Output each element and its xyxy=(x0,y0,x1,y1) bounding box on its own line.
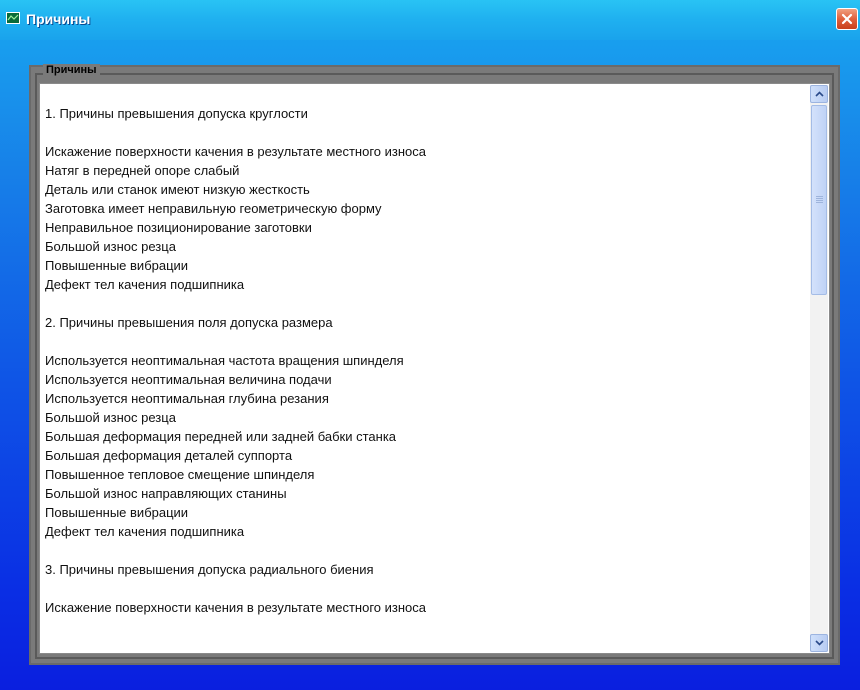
groupbox-label: Причины xyxy=(43,64,100,76)
text-line: Большая деформация деталей суппорта xyxy=(45,448,293,463)
text-line: Дефект тел качения подшипника xyxy=(45,277,245,292)
dialog-window: Причины Причины 1. Причины превышения до… xyxy=(0,0,860,690)
text-line: Большой износ резца xyxy=(45,239,176,254)
title-bar[interactable]: Причины xyxy=(0,0,860,40)
text-line: Заготовка имеет неправильную геометричес… xyxy=(45,201,382,216)
text-line: Используется неоптимальная частота враще… xyxy=(45,353,404,368)
text-line: Большой износ резца xyxy=(45,410,176,425)
text-line: 1. Причины превышения допуска круглости xyxy=(45,106,308,121)
text-line: Дефект тел качения подшипника xyxy=(45,524,245,539)
reasons-textbox[interactable]: 1. Причины превышения допуска круглости И… xyxy=(39,83,830,654)
vertical-scrollbar[interactable] xyxy=(810,85,828,652)
text-line: Используется неоптимальная глубина резан… xyxy=(45,391,329,406)
close-button[interactable] xyxy=(836,8,858,30)
text-line: Искажение поверхности качения в результа… xyxy=(45,600,427,615)
scrollbar-grip xyxy=(816,196,823,197)
text-line: Используется неоптимальная величина пода… xyxy=(45,372,332,387)
text-line: Натяг в передней опоре слабый xyxy=(45,163,240,178)
scrollbar-thumb[interactable] xyxy=(811,105,827,295)
reasons-groupbox: Причины 1. Причины превышения допуска кр… xyxy=(29,64,840,665)
text-line: Повышенное тепловое смещение шпинделя xyxy=(45,467,315,482)
text-line: Деталь или станок имеют низкую жесткость xyxy=(45,182,310,197)
text-line: Искажение поверхности качения в результа… xyxy=(45,144,427,159)
text-line: Неправильное позиционирование заготовки xyxy=(45,220,312,235)
text-line: 3. Причины превышения допуска радиальног… xyxy=(45,562,374,577)
text-line: Большой износ направляющих станины xyxy=(45,486,287,501)
scroll-up-button[interactable] xyxy=(810,85,828,103)
reasons-text: 1. Причины превышения допуска круглости И… xyxy=(45,104,805,617)
close-icon xyxy=(841,13,853,25)
chevron-up-icon xyxy=(815,91,824,97)
scroll-down-button[interactable] xyxy=(810,634,828,652)
text-line: 2. Причины превышения поля допуска разме… xyxy=(45,315,333,330)
chart-window-icon xyxy=(6,12,20,24)
chevron-down-icon xyxy=(815,640,824,646)
text-line: Повышенные вибрации xyxy=(45,505,189,520)
text-line: Большая деформация передней или задней б… xyxy=(45,429,397,444)
text-line: Повышенные вибрации xyxy=(45,258,189,273)
window-title: Причины xyxy=(26,11,91,27)
